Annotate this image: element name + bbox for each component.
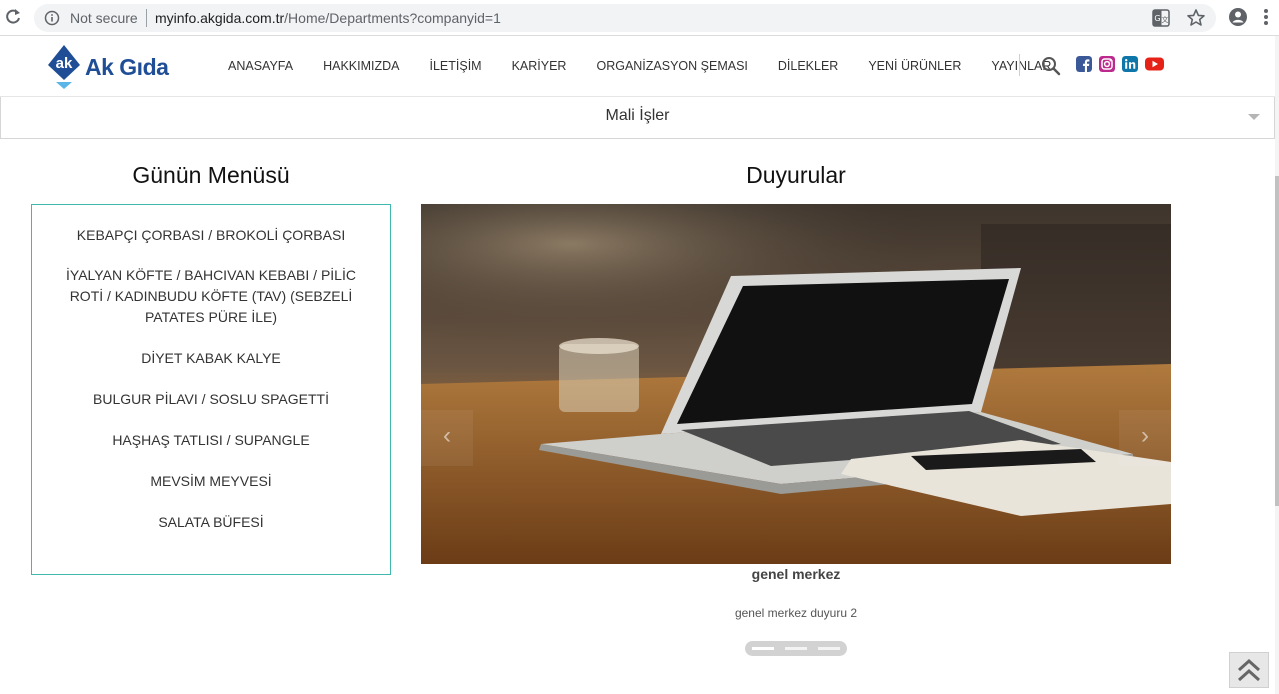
- browser-toolbar: Not secure myinfo.akgida.com.tr/Home/Dep…: [0, 0, 1279, 36]
- menu-item: MEVSİM MEYVESİ: [150, 473, 272, 489]
- profile-icon[interactable]: [1228, 7, 1248, 27]
- back-to-top-button[interactable]: [1229, 652, 1269, 688]
- url-text[interactable]: myinfo.akgida.com.tr/Home/Departments?co…: [155, 10, 501, 26]
- address-separator: [146, 9, 147, 27]
- search-icon[interactable]: [1041, 56, 1061, 76]
- logo-text: Ak Gıda: [85, 54, 169, 80]
- menu-item: İYALYAN KÖFTE / BAHCIVAN KEBABI / PİLİC …: [66, 267, 356, 325]
- laptop-photo: [421, 204, 1171, 564]
- chevron-right-icon: ›: [1141, 422, 1149, 449]
- main-nav: ANASAYFA HAKKIMIZDA İLETİŞİM KARİYER ORG…: [213, 57, 1066, 75]
- youtube-icon[interactable]: [1145, 56, 1164, 72]
- site-header: ak Ak Gıda ANASAYFA HAKKIMIZDA İLETİŞİM …: [0, 36, 1279, 97]
- nav-hakkimizda[interactable]: HAKKIMIZDA: [308, 57, 414, 75]
- carousel-indicator-3[interactable]: [818, 647, 840, 650]
- url-path: /Home/Departments?companyid=1: [284, 10, 501, 26]
- daily-menu-box: KEBAPÇI ÇORBASI / BROKOLİ ÇORBASI İYALYA…: [31, 204, 391, 575]
- instagram-icon[interactable]: [1099, 56, 1115, 72]
- department-select[interactable]: Mali İşler: [0, 97, 1275, 139]
- logo-mark-text: ak: [55, 55, 73, 72]
- bookmark-star-icon[interactable]: [1186, 8, 1206, 28]
- linkedin-icon[interactable]: [1122, 56, 1138, 72]
- carousel-indicator-2[interactable]: [785, 647, 807, 650]
- menu-item: HAŞHAŞ TATLISI / SUPANGLE: [112, 432, 310, 448]
- svg-text:G: G: [1154, 14, 1160, 23]
- svg-text:文: 文: [1162, 15, 1169, 24]
- nav-anasayfa[interactable]: ANASAYFA: [213, 57, 308, 75]
- carousel-next-button[interactable]: ›: [1119, 410, 1171, 466]
- nav-divider: [1019, 54, 1020, 76]
- page-scrollbar[interactable]: [1275, 36, 1279, 694]
- menu-item: SALATA BÜFESİ: [158, 514, 264, 530]
- security-label: Not secure: [70, 10, 138, 26]
- announcement-carousel[interactable]: ‹ ›: [421, 204, 1171, 564]
- department-selected-value: Mali İşler: [605, 107, 670, 124]
- announcement-title: genel merkez: [751, 566, 841, 582]
- menu-title: Günün Menüsü: [132, 162, 290, 188]
- url-host: myinfo.akgida.com.tr: [155, 10, 285, 26]
- nav-organizasyon-semasi[interactable]: ORGANİZASYON ŞEMASI: [581, 57, 762, 75]
- announcements-title: Duyurular: [746, 162, 846, 188]
- nav-yeni-urunler[interactable]: YENİ ÜRÜNLER: [853, 57, 976, 75]
- chevron-left-icon: ‹: [443, 422, 451, 449]
- translate-icon[interactable]: G 文: [1152, 9, 1170, 27]
- carousel-prev-button[interactable]: ‹: [421, 410, 473, 466]
- scrollbar-thumb[interactable]: [1275, 176, 1279, 506]
- menu-item: BULGUR PİLAVI / SOSLU SPAGETTİ: [93, 391, 329, 407]
- menu-item: KEBAPÇI ÇORBASI / BROKOLİ ÇORBASI: [76, 227, 346, 243]
- facebook-icon[interactable]: [1076, 56, 1092, 72]
- nav-dilekler[interactable]: DİLEKLER: [763, 57, 853, 75]
- double-chevron-up-icon: [1237, 658, 1261, 682]
- nav-iletisim[interactable]: İLETİŞİM: [414, 57, 496, 75]
- info-icon[interactable]: [44, 10, 60, 26]
- announcement-text: genel merkez duyuru 2: [734, 606, 858, 620]
- reload-icon[interactable]: [4, 7, 22, 27]
- chevron-down-icon[interactable]: [1248, 114, 1260, 120]
- ak-gida-logo[interactable]: ak Ak Gıda: [46, 44, 169, 90]
- carousel-indicator-1[interactable]: [752, 647, 774, 650]
- address-bar[interactable]: Not secure myinfo.akgida.com.tr/Home/Dep…: [34, 4, 1216, 32]
- browser-menu-icon[interactable]: [1263, 8, 1269, 28]
- menu-item: DİYET KABAK KALYE: [141, 350, 281, 366]
- carousel-indicators: [745, 641, 847, 656]
- nav-kariyer[interactable]: KARİYER: [497, 57, 582, 75]
